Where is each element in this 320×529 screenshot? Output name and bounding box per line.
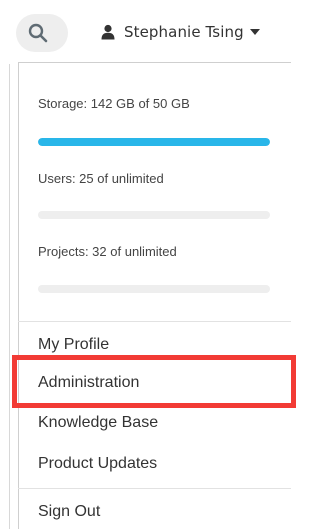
user-menu-toggle[interactable]: Stephanie Tsing [100, 20, 260, 44]
left-edge-line [9, 64, 10, 529]
user-name: Stephanie Tsing [124, 23, 244, 41]
users-usage-label: Users: 25 of unlimited [38, 171, 164, 186]
person-icon [101, 24, 115, 40]
menu-item-product-updates[interactable]: Product Updates [38, 455, 157, 473]
users-usage-bar [38, 211, 270, 219]
storage-usage-fill [38, 138, 270, 146]
top-bar: Stephanie Tsing [0, 0, 291, 64]
storage-usage-bar [38, 138, 270, 146]
menu-item-my-profile[interactable]: My Profile [38, 336, 109, 354]
usage-divider [18, 321, 291, 322]
projects-usage-label: Projects: 32 of unlimited [38, 244, 177, 259]
menu-item-knowledge-base[interactable]: Knowledge Base [38, 414, 158, 432]
menu-item-sign-out[interactable]: Sign Out [38, 503, 100, 521]
menu-divider [18, 488, 291, 489]
search-icon [28, 23, 48, 43]
search-button[interactable] [16, 14, 68, 52]
caret-down-icon [249, 29, 260, 35]
projects-usage-bar [38, 285, 270, 293]
storage-usage-label: Storage: 142 GB of 50 GB [38, 96, 190, 111]
administration-highlight-box [12, 355, 296, 408]
